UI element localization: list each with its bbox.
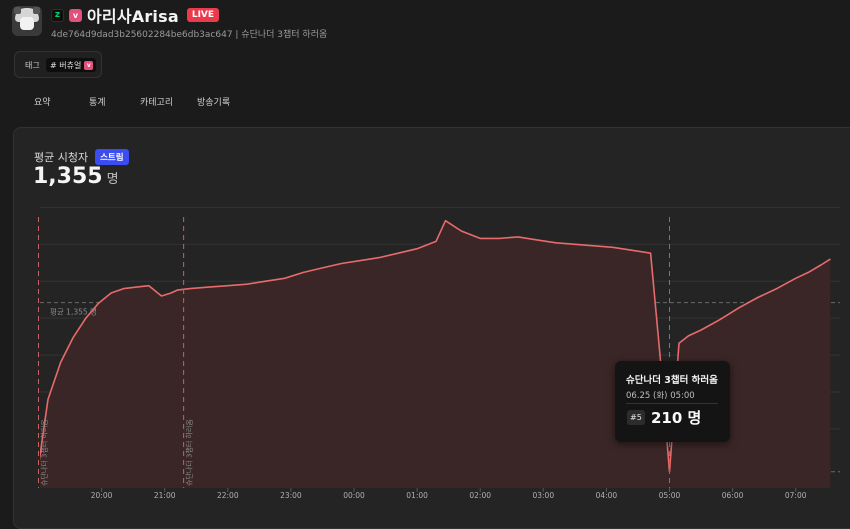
event-marker-label: 슈단나더 3챕터 하러옴 xyxy=(185,419,194,486)
series-area xyxy=(40,220,831,488)
area-layer xyxy=(40,219,831,488)
x-tick-label: 20:00 xyxy=(91,491,113,500)
x-tick-label: 21:00 xyxy=(154,491,176,500)
x-tick-label: 01:00 xyxy=(406,491,428,500)
tooltip-date: 06.25 (화) 05:00 xyxy=(626,391,695,401)
x-tick-label: 00:00 xyxy=(343,491,365,500)
x-tick-label: 23:00 xyxy=(280,491,302,500)
average-label: 평균 1,355 명 xyxy=(50,307,97,317)
tooltip-value: 210 명 xyxy=(651,409,702,427)
x-tick-label: 07:00 xyxy=(785,491,807,500)
x-tick-label: 05:00 xyxy=(659,491,681,500)
x-tick-label: 22:00 xyxy=(217,491,239,500)
x-tick-label: 04:00 xyxy=(596,491,618,500)
chart-tooltip: 슈단나더 3챕터 하러옴 06.25 (화) 05:00 #5 210 명 xyxy=(615,361,730,442)
tooltip-divider xyxy=(626,403,718,404)
event-marker-label: 슈단나더 3챕터 하러옴 xyxy=(40,419,49,486)
x-tick-label: 03:00 xyxy=(532,491,554,500)
x-tick-label: 02:00 xyxy=(469,491,491,500)
x-tick-label: 06:00 xyxy=(722,491,744,500)
tooltip-title: 슈단나더 3챕터 하러옴 xyxy=(626,375,718,386)
tooltip-rank: #5 xyxy=(627,410,645,425)
